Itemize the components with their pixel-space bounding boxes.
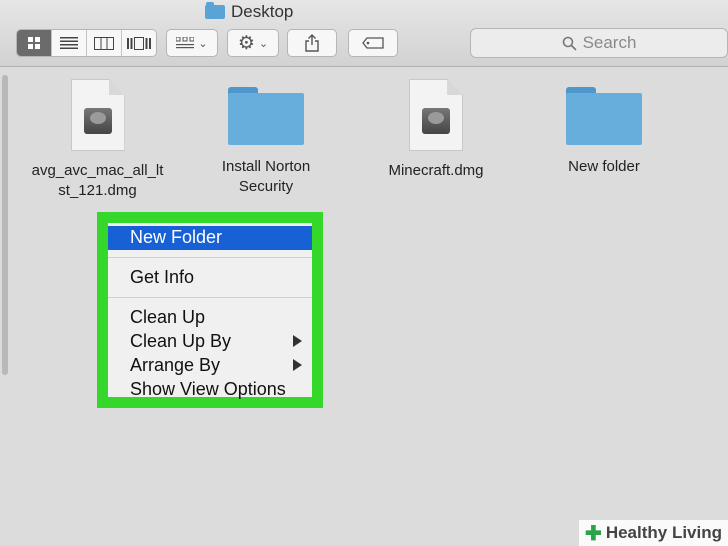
context-menu: New Folder Get Info Clean Up Clean Up By… <box>108 223 312 399</box>
folder-label: Security <box>238 178 294 195</box>
cross-logo-icon: ✚ <box>585 522 602 545</box>
column-view-button[interactable] <box>87 30 122 56</box>
menu-item-clean-up[interactable]: Clean Up <box>108 306 312 330</box>
window-title: Desktop <box>205 2 293 22</box>
share-icon <box>305 34 319 52</box>
file-label: avg_avc_mac_all_lt <box>31 162 164 179</box>
chevron-down-icon: ⌄ <box>198 37 208 50</box>
menu-item-label: Clean Up By <box>130 331 232 351</box>
folder-item-new-folder[interactable]: New folder <box>540 79 668 177</box>
file-item-avg[interactable]: avg_avc_mac_all_lt st_121.dmg <box>20 79 175 201</box>
menu-item-clean-up-by[interactable]: Clean Up By <box>108 330 312 354</box>
disk-image-icon <box>70 79 125 151</box>
scrollbar[interactable] <box>2 75 8 375</box>
gear-icon: ⚙ <box>237 32 255 54</box>
action-button[interactable]: ⚙ ⌄ <box>227 29 279 57</box>
search-placeholder: Search <box>582 33 637 52</box>
menu-item-label: Arrange By <box>130 355 221 375</box>
icon-view-button[interactable] <box>17 30 52 56</box>
icon-view-icon <box>28 37 40 49</box>
watermark: ✚ Healthy Living <box>579 520 728 546</box>
tag-button[interactable] <box>348 29 398 57</box>
coverflow-view-icon <box>127 36 151 50</box>
folder-icon <box>228 87 304 145</box>
arrange-button[interactable]: ⌄ <box>166 29 218 57</box>
folder-label: New folder <box>568 158 640 175</box>
menu-item-get-info[interactable]: Get Info <box>108 266 312 290</box>
folder-icon <box>566 87 642 145</box>
view-mode-selector <box>16 29 157 57</box>
menu-item-new-folder[interactable]: New Folder <box>108 226 312 250</box>
submenu-arrow-icon <box>293 359 302 371</box>
tag-icon <box>362 37 384 49</box>
folder-item-install-norton[interactable]: Install Norton Security <box>195 79 337 197</box>
menu-item-arrange-by[interactable]: Arrange By <box>108 354 312 378</box>
column-view-icon <box>94 36 114 50</box>
coverflow-view-button[interactable] <box>122 30 156 56</box>
chevron-down-icon: ⌄ <box>258 37 269 50</box>
menu-separator <box>108 297 312 298</box>
file-label: st_121.dmg <box>58 182 137 199</box>
arrange-icon <box>176 37 195 49</box>
search-icon <box>562 36 577 51</box>
file-item-minecraft[interactable]: Minecraft.dmg <box>372 79 500 181</box>
folder-label: Install Norton <box>221 158 311 175</box>
file-label: Minecraft.dmg <box>388 162 484 179</box>
highlight-frame: New Folder Get Info Clean Up Clean Up By… <box>97 212 323 408</box>
menu-item-show-view-options[interactable]: Show View Options <box>108 378 312 402</box>
finder-toolbar: Desktop ⌄ ⚙ ⌄ Search <box>0 0 728 67</box>
disk-image-icon <box>409 79 463 151</box>
share-button[interactable] <box>287 29 337 57</box>
menu-separator <box>108 257 312 258</box>
window-title-label: Desktop <box>231 2 294 21</box>
watermark-text: Healthy Living <box>605 523 722 542</box>
list-view-icon <box>60 37 78 49</box>
list-view-button[interactable] <box>52 30 87 56</box>
submenu-arrow-icon <box>293 335 302 347</box>
search-field[interactable]: Search <box>470 28 728 58</box>
folder-icon <box>205 2 225 19</box>
